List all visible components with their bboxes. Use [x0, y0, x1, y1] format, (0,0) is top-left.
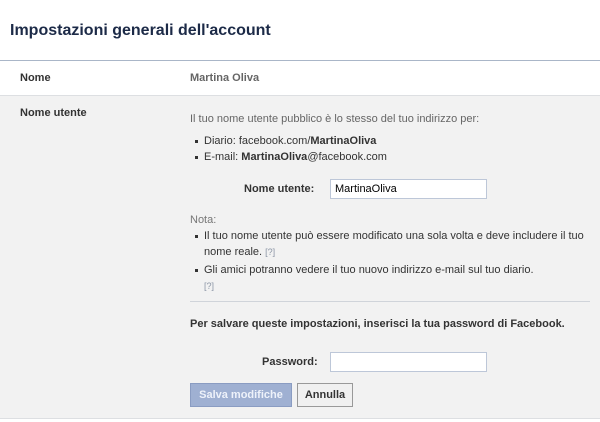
username-intro: Il tuo nome utente pubblico è lo stesso … — [190, 113, 480, 125]
bullet-icon — [195, 156, 198, 159]
password-input[interactable] — [330, 352, 487, 372]
cancel-button[interactable]: Annulla — [297, 383, 353, 407]
help-link-1[interactable]: [?] — [265, 247, 275, 257]
email-suffix: @facebook.com — [307, 151, 387, 163]
diary-prefix: Diario: facebook.com/ — [204, 135, 311, 147]
note-title: Nota: — [190, 214, 217, 226]
note-1-text: Il tuo nome utente può essere modificato… — [204, 230, 584, 258]
page-title: Impostazioni generali dell'account — [10, 22, 271, 39]
username-input[interactable] — [330, 179, 487, 199]
email-prefix: E-mail: — [204, 151, 242, 163]
username-field-label: Nome utente: — [244, 183, 315, 195]
section-divider — [190, 301, 590, 302]
note-item-1: Il tuo nome utente può essere modificato… — [195, 228, 585, 260]
username-section: Nome utente Il tuo nome utente pubblico … — [0, 96, 600, 419]
email-address-item: E-mail: MartinaOliva@facebook.com — [195, 151, 387, 163]
name-label: Nome — [20, 72, 51, 84]
save-instructions: Per salvare queste impostazioni, inseris… — [190, 318, 565, 330]
name-row: Nome Martina Oliva — [0, 61, 600, 96]
save-changes-button[interactable]: Salva modifiche — [190, 383, 292, 407]
name-value: Martina Oliva — [190, 72, 260, 84]
password-label: Password: — [262, 356, 318, 368]
note-item-2: Gli amici potranno vedere il tuo nuovo i… — [195, 262, 585, 294]
diary-address-item: Diario: facebook.com/MartinaOliva — [195, 135, 376, 147]
username-label: Nome utente — [20, 107, 87, 119]
bullet-icon — [195, 140, 198, 143]
bullet-icon — [195, 269, 198, 272]
bullet-icon — [195, 235, 198, 238]
note-2-text: Gli amici potranno vedere il tuo nuovo i… — [204, 264, 534, 276]
diary-username: MartinaOliva — [310, 135, 377, 147]
help-link-2[interactable]: [?] — [204, 281, 214, 291]
email-username: MartinaOliva — [241, 151, 308, 163]
